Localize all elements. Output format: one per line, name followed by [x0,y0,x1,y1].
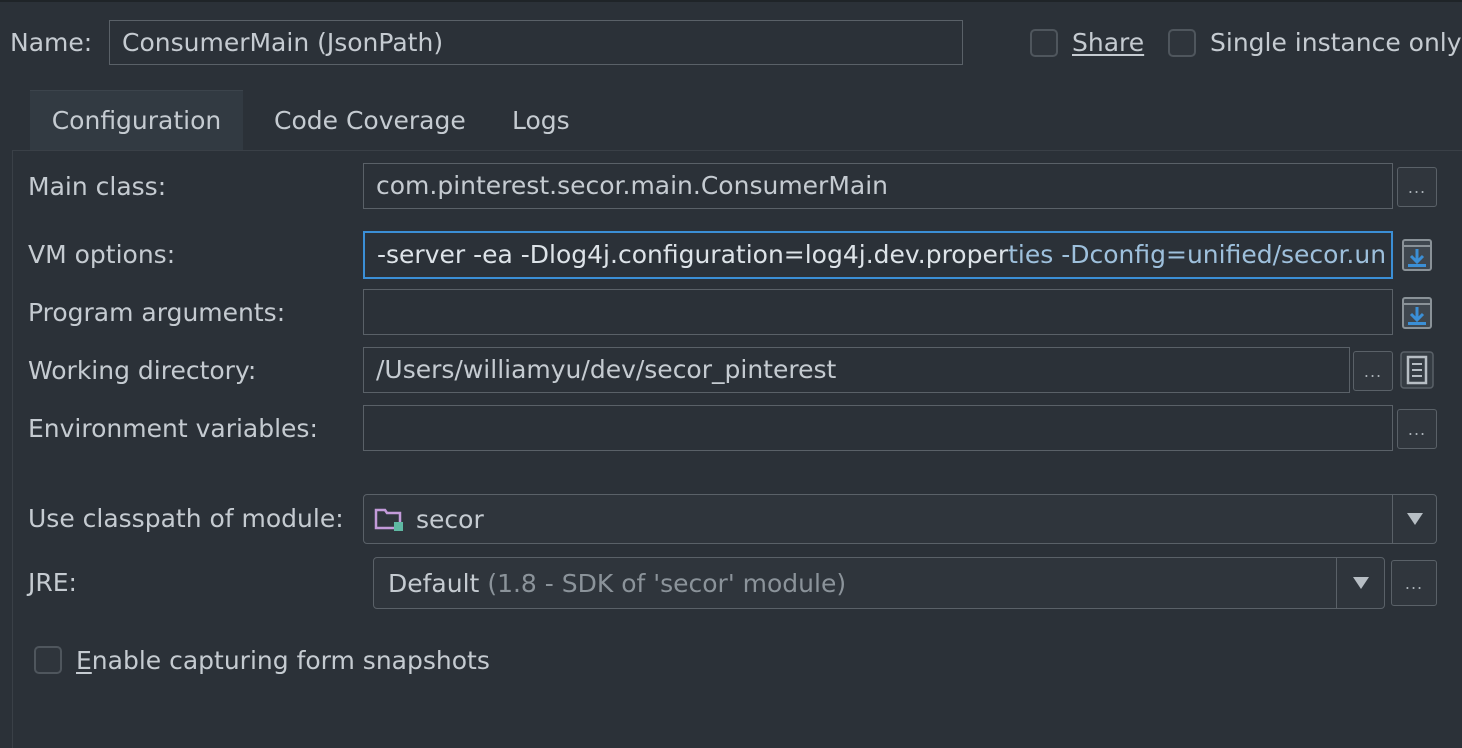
tab-configuration-label: Configuration [51,105,222,135]
environment-variables-input[interactable] [363,405,1393,451]
working-directory-label: Working directory: [28,356,257,385]
working-directory-macro-button[interactable] [1397,349,1437,391]
working-directory-browse-button[interactable]: ... [1353,351,1393,391]
classpath-module-dropdown-button[interactable] [1392,495,1436,543]
tab-code-coverage[interactable]: Code Coverage [274,106,466,136]
vm-options-input[interactable]: -server -ea -Dlog4j.configuration=log4j.… [363,231,1393,279]
environment-variables-label: Environment variables: [28,414,318,443]
name-input[interactable]: ConsumerMain (JsonPath) [109,20,963,65]
tab-logs[interactable]: Logs [512,106,570,136]
jre-combo[interactable]: Default (1.8 - SDK of 'secor' module) [373,557,1385,609]
environment-variables-browse-button[interactable]: ... [1397,409,1437,449]
jre-value: Default (1.8 - SDK of 'secor' module) [388,568,847,598]
jre-browse-button[interactable]: ... [1391,560,1437,606]
working-directory-input[interactable]: /Users/williamyu/dev/secor_pinterest [363,347,1350,393]
single-instance-checkbox[interactable] [1168,29,1196,57]
classpath-module-combo[interactable]: secor [363,494,1437,544]
capture-snapshots-checkbox[interactable] [34,646,62,674]
ellipsis-icon: ... [1407,419,1427,439]
ellipsis-icon: ... [1404,573,1424,593]
classpath-module-label: Use classpath of module: [28,504,344,533]
main-class-browse-button[interactable]: ... [1397,167,1437,207]
capture-snapshots-label[interactable]: Enable capturing form snapshots [76,646,490,676]
name-label: Name: [10,28,93,57]
name-input-value: ConsumerMain (JsonPath) [122,27,444,57]
document-icon [1400,351,1434,389]
jre-label: JRE: [28,568,77,597]
triangle-down-icon [1352,577,1369,589]
classpath-module-value: secor [416,504,484,534]
program-arguments-expand-button[interactable] [1397,292,1437,334]
ellipsis-icon: ... [1363,361,1383,381]
working-directory-value: /Users/williamyu/dev/secor_pinterest [376,355,837,384]
single-instance-label[interactable]: Single instance only [1210,28,1462,58]
main-class-input[interactable]: com.pinterest.secor.main.ConsumerMain [363,163,1393,209]
triangle-down-icon [1406,513,1423,525]
jre-dropdown-button[interactable] [1336,558,1384,608]
share-checkbox[interactable] [1030,29,1058,57]
top-border [0,0,1462,2]
expand-field-icon [1402,239,1432,271]
share-label[interactable]: Share [1072,28,1144,58]
share-label-text: Share [1072,28,1145,57]
tab-configuration[interactable]: Configuration [30,90,243,150]
main-class-value: com.pinterest.secor.main.ConsumerMain [376,171,889,200]
module-folder-icon [374,508,403,531]
program-arguments-input[interactable] [363,289,1393,335]
expand-field-icon [1402,297,1432,329]
vm-options-expand-button[interactable] [1397,234,1437,276]
main-class-label: Main class: [28,172,167,201]
ellipsis-icon: ... [1407,177,1427,197]
vm-options-value: -server -ea -Dlog4j.configuration=log4j.… [377,240,1387,269]
vm-options-label: VM options: [28,240,176,269]
program-arguments-label: Program arguments: [28,298,286,327]
